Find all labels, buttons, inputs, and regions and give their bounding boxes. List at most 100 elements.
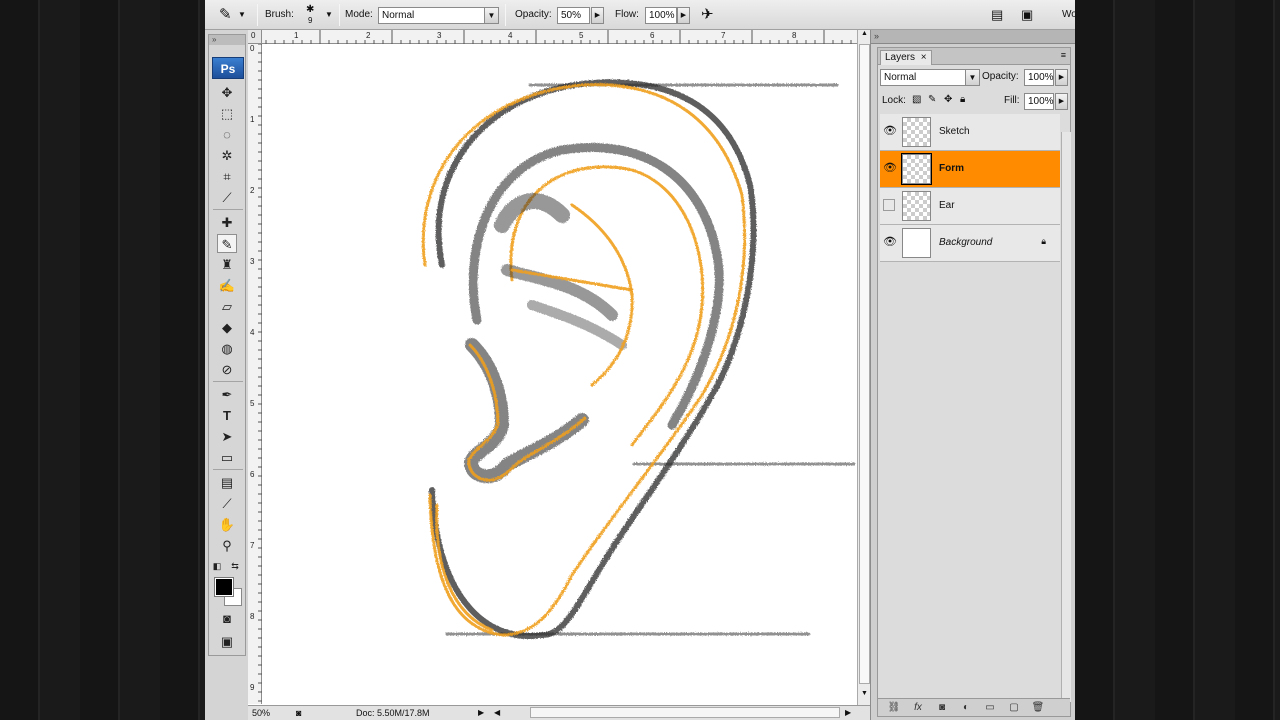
layer-row-form[interactable]: 👁︎ Form <box>880 151 1060 188</box>
healing-brush-tool-icon[interactable]: ✚ <box>217 213 237 232</box>
quick-mask-icon[interactable]: ◙ <box>217 609 237 628</box>
brush-tool-icon[interactable]: ✎ <box>217 234 237 253</box>
lock-pixels-icon[interactable]: ✎ <box>928 94 936 105</box>
layer-style-icon[interactable]: fx <box>910 701 926 715</box>
zoom-menu-icon[interactable]: ◙ <box>296 706 301 720</box>
toolbox-collapse-icon[interactable]: » <box>209 35 245 45</box>
dodge-tool-icon[interactable]: ⊘ <box>217 360 237 379</box>
mode-label: Mode: <box>345 9 373 20</box>
type-tool-icon[interactable]: T <box>217 406 237 425</box>
layers-panel-tabbar: Layers × ≡ <box>878 48 1070 65</box>
layer-row-sketch[interactable]: 👁︎ Sketch <box>880 114 1060 151</box>
layer-opacity-label: Opacity: <box>982 71 1019 82</box>
lock-all-icon[interactable]: 🔒︎ <box>960 94 965 105</box>
opacity-input[interactable]: 50% <box>557 7 590 24</box>
lock-transparency-icon[interactable]: ▧ <box>912 94 921 105</box>
clone-stamp-tool-icon[interactable]: ♜ <box>217 255 237 274</box>
brush-tool-preset-icon[interactable]: ✎ <box>219 0 232 30</box>
mode-select[interactable]: Normal ▼ <box>378 7 499 24</box>
tab-layers[interactable]: Layers × <box>880 50 932 65</box>
eye-icon[interactable]: 👁︎ <box>883 236 897 249</box>
scroll-down-icon[interactable]: ▼ <box>859 690 870 702</box>
add-mask-icon[interactable]: ◙ <box>934 701 950 715</box>
visibility-toggle-off[interactable] <box>883 199 895 211</box>
airbrush-icon[interactable]: ✈ <box>701 0 714 30</box>
opacity-slider-arrow-icon[interactable]: ▶ <box>591 7 604 24</box>
dock-collapse-bar[interactable]: » <box>871 30 1075 44</box>
blend-mode-value: Normal <box>884 72 917 83</box>
brush-picker-arrow-icon[interactable]: ▼ <box>325 0 333 30</box>
fill-arrow-icon[interactable]: ▶ <box>1055 93 1068 110</box>
options-separator <box>339 4 340 26</box>
rectangle-tool-icon[interactable]: ▭ <box>217 448 237 467</box>
workspace-icon[interactable]: ▣ <box>1021 0 1033 30</box>
flow-slider-arrow-icon[interactable]: ▶ <box>677 7 690 24</box>
close-icon[interactable]: × <box>921 52 927 63</box>
history-brush-tool-icon[interactable]: ✍ <box>217 276 237 295</box>
link-layers-icon[interactable]: ⛓︎ <box>886 701 902 715</box>
zoom-tool-icon[interactable]: ⚲ <box>217 536 237 555</box>
zoom-level[interactable]: 50% <box>252 706 270 720</box>
workspace-label[interactable]: Wo <box>1062 0 1075 30</box>
move-tool-icon[interactable]: ✥ <box>217 83 237 102</box>
crop-tool-icon[interactable]: ⌗ <box>217 167 237 186</box>
fill-input[interactable]: 100% <box>1024 93 1054 110</box>
ruler-label: 2 <box>366 31 371 40</box>
layer-row-ear[interactable]: Ear <box>880 188 1060 225</box>
vertical-ruler[interactable]: 0 1 2 3 4 5 6 7 8 9 <box>248 44 262 704</box>
lasso-tool-icon[interactable]: ◌ <box>217 125 237 144</box>
adjustment-layer-icon[interactable]: ◐ <box>958 701 974 715</box>
layer-name: Ear <box>939 200 955 211</box>
notes-tool-icon[interactable]: ▤ <box>217 473 237 492</box>
preset-dropdown-arrow-icon[interactable]: ▼ <box>238 0 246 30</box>
blend-mode-select[interactable]: Normal ▼ <box>880 69 980 86</box>
scroll-right-icon[interactable]: ▶ <box>845 706 851 720</box>
layer-opacity-arrow-icon[interactable]: ▶ <box>1055 69 1068 86</box>
layers-scrollbar[interactable] <box>1061 132 1071 702</box>
layer-name: Sketch <box>939 126 970 137</box>
eye-icon[interactable]: 👁︎ <box>883 162 897 175</box>
vertical-scrollbar[interactable]: ▲ ▼ <box>857 30 871 705</box>
swap-colors-icon[interactable]: ⇆ <box>229 557 241 576</box>
delete-layer-icon[interactable]: 🗑︎ <box>1030 701 1046 715</box>
layer-opacity-input[interactable]: 100% <box>1024 69 1054 86</box>
scroll-up-icon[interactable]: ▲ <box>859 30 870 42</box>
new-layer-icon[interactable]: ▢ <box>1006 701 1022 715</box>
eraser-tool-icon[interactable]: ▱ <box>217 297 237 316</box>
magic-wand-tool-icon[interactable]: ✲ <box>217 146 237 165</box>
foreground-color-swatch[interactable] <box>214 577 234 597</box>
flow-input[interactable]: 100% <box>645 7 677 24</box>
vertical-scroll-thumb[interactable] <box>859 44 870 684</box>
ruler-label: 4 <box>250 328 255 337</box>
layer-name: Background <box>939 237 993 248</box>
hand-tool-icon[interactable]: ✋ <box>217 515 237 534</box>
lock-position-icon[interactable]: ✥ <box>944 94 952 105</box>
blur-tool-icon[interactable]: ◍ <box>217 339 237 358</box>
ruler-label: 1 <box>250 115 255 124</box>
palette-well-icon[interactable]: ▤ <box>991 0 1003 30</box>
photoshop-logo[interactable]: Ps <box>212 57 244 79</box>
ruler-label: 6 <box>650 31 655 40</box>
layer-row-background[interactable]: 👁︎ Background 🔒︎ <box>880 225 1060 262</box>
scroll-left-icon[interactable]: ◀ <box>494 706 500 720</box>
slice-tool-icon[interactable]: ⟋ <box>217 188 237 207</box>
horizontal-scroll-thumb[interactable] <box>530 707 840 718</box>
ruler-label: 7 <box>250 541 255 550</box>
document-size: Doc: 5.50M/17.8M <box>356 708 430 718</box>
paint-bucket-tool-icon[interactable]: ◆ <box>217 318 237 337</box>
ruler-label: 1 <box>294 31 299 40</box>
panel-menu-icon[interactable]: ≡ <box>1061 50 1066 60</box>
marquee-tool-icon[interactable]: ⬚ <box>217 104 237 123</box>
default-colors-icon[interactable]: ◧ <box>211 557 223 576</box>
eyedropper-tool-icon[interactable]: ⟋ <box>217 494 237 513</box>
status-menu-arrow-icon[interactable]: ▶ <box>478 706 484 720</box>
new-group-icon[interactable]: ▭ <box>982 701 998 715</box>
path-selection-tool-icon[interactable]: ➤ <box>217 427 237 446</box>
lock-label: Lock: <box>882 95 906 106</box>
pen-tool-icon[interactable]: ✒ <box>217 385 237 404</box>
expand-panels-icon[interactable]: » <box>874 31 879 41</box>
eye-icon[interactable]: 👁︎ <box>883 125 897 138</box>
drawing-canvas[interactable] <box>262 45 857 705</box>
screen-mode-icon[interactable]: ▣ <box>217 632 237 651</box>
flow-label: Flow: <box>615 9 639 20</box>
